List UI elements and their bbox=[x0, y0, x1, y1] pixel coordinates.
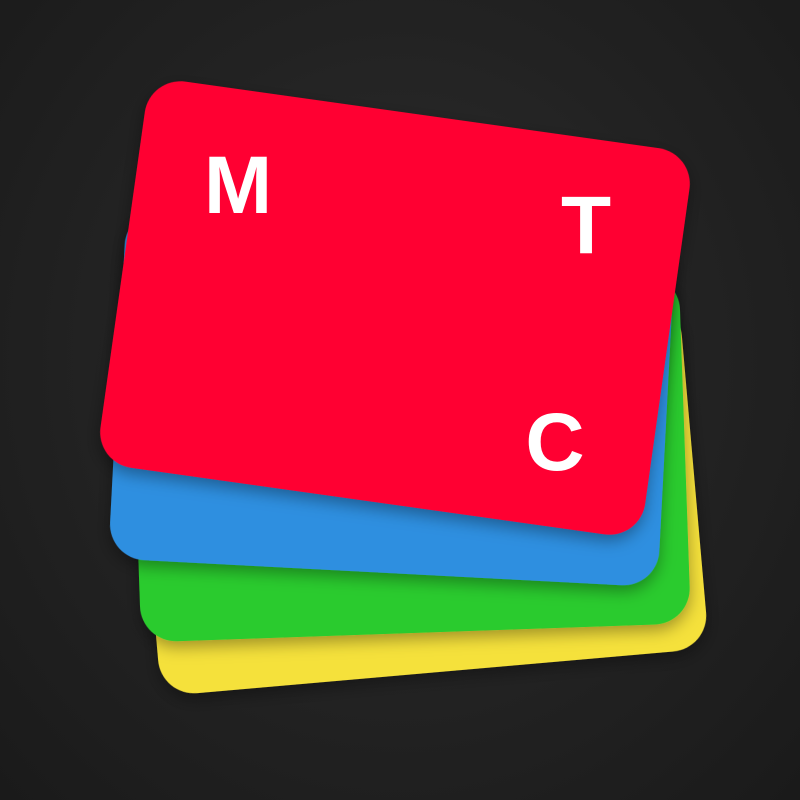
card-red bbox=[100, 81, 690, 535]
letter-m: M bbox=[204, 140, 272, 231]
letter-t: T bbox=[561, 180, 611, 271]
app-icon: M T C bbox=[0, 0, 800, 800]
letter-c: C bbox=[525, 397, 584, 488]
card-stack-icon: M T C bbox=[100, 81, 707, 694]
